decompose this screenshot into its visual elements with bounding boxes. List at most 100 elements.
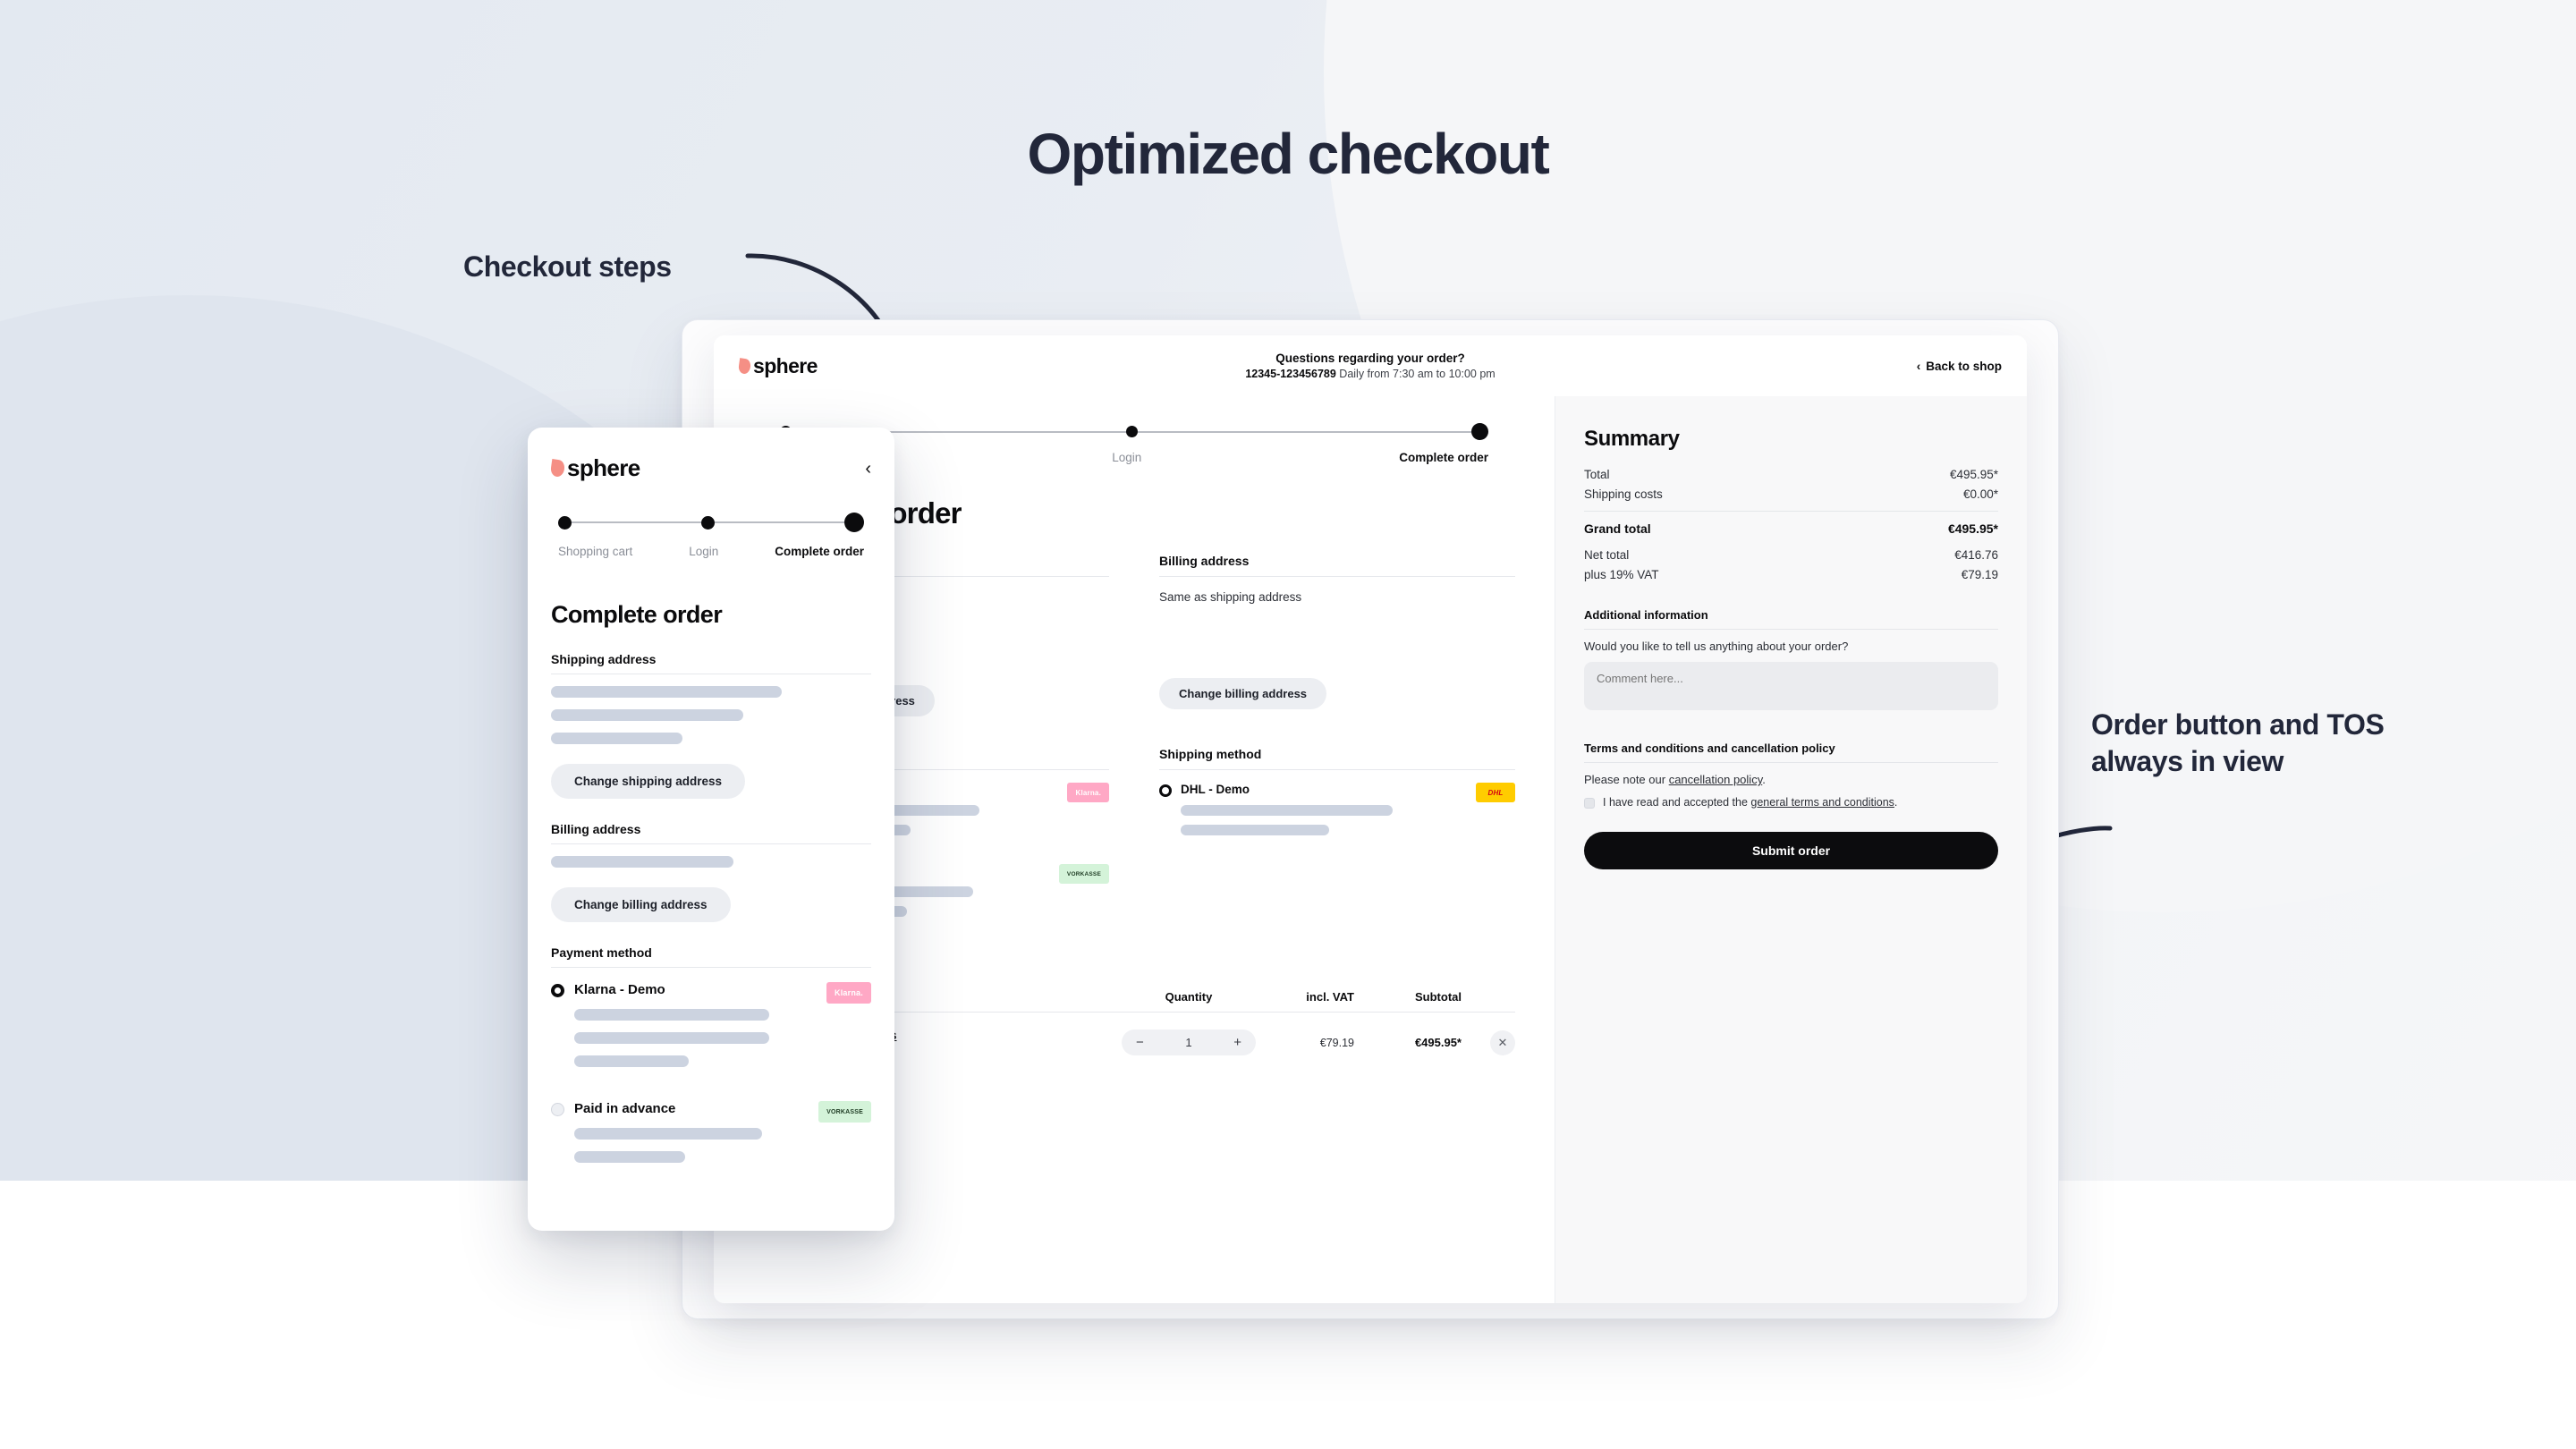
note-prefix: Please note our bbox=[1584, 773, 1669, 786]
cancellation-policy-link[interactable]: cancellation policy bbox=[1669, 773, 1763, 786]
summary-divider bbox=[1584, 511, 1998, 512]
remove-item-icon[interactable]: ✕ bbox=[1490, 1030, 1515, 1055]
klarna-badge-icon: Klarna. bbox=[1067, 783, 1109, 803]
mobile-payment-method-title: Payment method bbox=[551, 945, 871, 968]
radio-selected-icon[interactable] bbox=[551, 984, 564, 997]
summary-row-label: plus 19% VAT bbox=[1584, 568, 1659, 581]
step-connector-1 bbox=[572, 521, 701, 523]
step-connector-2 bbox=[715, 521, 844, 523]
mobile-heading: Complete order bbox=[551, 601, 723, 628]
mobile-payment-option-paid-in-advance[interactable]: Paid in advance VORKASSE bbox=[551, 1101, 871, 1163]
shipping-option-dhl[interactable]: DHL - Demo DHL bbox=[1159, 783, 1515, 836]
quantity-increase-button[interactable]: + bbox=[1233, 1036, 1241, 1049]
summary-row-grand-total: Grand total €495.95* bbox=[1584, 521, 1998, 536]
step-label-complete-order[interactable]: Complete order bbox=[775, 545, 864, 558]
mobile-payment-option-body: Paid in advance bbox=[574, 1101, 809, 1163]
dhl-badge-icon: DHL bbox=[1476, 783, 1515, 803]
back-to-shop-link[interactable]: ‹ Back to shop bbox=[1917, 360, 2002, 373]
summary-row-total: Total €495.95* bbox=[1584, 468, 1998, 481]
order-comment-input[interactable] bbox=[1584, 662, 1998, 710]
mobile-billing-address-panel: Billing address Change billing address bbox=[551, 822, 871, 922]
shipping-option-name: DHL - Demo bbox=[1181, 783, 1250, 797]
radio-selected-icon[interactable] bbox=[1159, 784, 1172, 798]
step-label-login[interactable]: Login bbox=[689, 545, 718, 558]
step-dot-login[interactable] bbox=[1125, 426, 1138, 437]
terms-checkbox[interactable] bbox=[1584, 798, 1595, 809]
mobile-payment-option-name: Klarna - Demo bbox=[574, 982, 665, 997]
summary-row-value: €0.00* bbox=[1962, 487, 1998, 501]
step-label-login[interactable]: Login bbox=[1112, 451, 1141, 464]
summary-row-vat: plus 19% VAT €79.19 bbox=[1584, 568, 1998, 581]
placeholder-bar bbox=[551, 856, 734, 868]
mobile-change-billing-address-button[interactable]: Change billing address bbox=[551, 887, 731, 922]
general-terms-link[interactable]: general terms and conditions bbox=[1750, 796, 1894, 809]
step-label-shopping-cart[interactable]: Shopping cart bbox=[558, 545, 632, 558]
cancellation-policy-note: Please note our cancellation policy. bbox=[1584, 773, 1998, 786]
check-prefix: I have read and accepted the bbox=[1603, 796, 1751, 809]
note-suffix: . bbox=[1762, 773, 1766, 786]
step-dot-login[interactable] bbox=[701, 515, 715, 530]
sphere-logo-icon bbox=[549, 459, 566, 478]
checkout-body: Shopping cart Login Complete order Compl… bbox=[714, 396, 2027, 1303]
submit-order-button[interactable]: Submit order bbox=[1584, 832, 1998, 869]
mobile-back-icon[interactable]: ‹ bbox=[865, 460, 871, 478]
step-dot-shopping-cart[interactable] bbox=[558, 515, 572, 530]
mobile-header: sphere ‹ bbox=[549, 454, 871, 482]
grand-total-value: €495.95* bbox=[1947, 521, 1998, 536]
brand-logo[interactable]: sphere bbox=[737, 354, 818, 378]
summary-row-value: €416.76 bbox=[1954, 548, 1998, 562]
page-title: Optimized checkout bbox=[1027, 122, 1550, 186]
column-subtotal: Subtotal bbox=[1415, 989, 1462, 1004]
shop-header: sphere Questions regarding your order? 1… bbox=[714, 335, 2027, 396]
mobile-steps-track bbox=[558, 513, 864, 532]
quantity-stepper[interactable]: − 1 + bbox=[1122, 1030, 1256, 1056]
step-label-complete-order[interactable]: Complete order bbox=[1399, 451, 1488, 464]
summary-rows: Total €495.95* Shipping costs €0.00* Gra… bbox=[1584, 468, 1998, 581]
sphere-logo-icon bbox=[737, 357, 752, 375]
quantity-decrease-button[interactable]: − bbox=[1136, 1036, 1144, 1049]
back-to-shop-label: Back to shop bbox=[1926, 359, 2002, 373]
summary-row-label: Net total bbox=[1584, 548, 1630, 562]
mobile-payment-option-body: Klarna - Demo bbox=[574, 982, 818, 1067]
cart-remove-cell: ✕ bbox=[1462, 1030, 1515, 1055]
additional-information-block: Additional information Would you like to… bbox=[1584, 608, 1998, 715]
mobile-shipping-address-title: Shipping address bbox=[551, 652, 871, 674]
radio-unselected-icon[interactable] bbox=[551, 1103, 564, 1116]
mobile-payment-method-panel: Payment method Klarna - Demo Klarna. Pai… bbox=[551, 945, 871, 1163]
mobile-steps-labels: Shopping cart Login Complete order bbox=[558, 545, 864, 558]
placeholder-bar bbox=[1181, 825, 1330, 836]
placeholder-bar bbox=[574, 1009, 769, 1021]
terms-block: Terms and conditions and cancellation po… bbox=[1584, 741, 1998, 869]
placeholder-bar bbox=[574, 1055, 689, 1067]
terms-checkbox-row[interactable]: I have read and accepted the general ter… bbox=[1584, 796, 1998, 809]
billing-address-text: Same as shipping address bbox=[1159, 590, 1302, 604]
annotation-order-button: Order button and TOS always in view bbox=[2091, 708, 2385, 777]
column-incl-vat: incl. VAT bbox=[1306, 989, 1354, 1004]
mobile-checkout-card: sphere ‹ Shopping cart Login Complete or… bbox=[528, 428, 894, 1231]
mobile-payment-option-klarna[interactable]: Klarna - Demo Klarna. bbox=[551, 982, 871, 1067]
placeholder-bar bbox=[551, 686, 782, 698]
mobile-payment-option-name: Paid in advance bbox=[574, 1101, 676, 1116]
vorkasse-badge-icon: VORKASSE bbox=[1058, 864, 1109, 885]
klarna-badge-icon: Klarna. bbox=[826, 982, 871, 1004]
column-quantity: Quantity bbox=[1165, 989, 1213, 1004]
placeholder-bar bbox=[574, 1128, 763, 1140]
vorkasse-badge-icon: VORKASSE bbox=[818, 1101, 871, 1123]
terms-title: Terms and conditions and cancellation po… bbox=[1584, 741, 1998, 763]
terms-checkbox-label: I have read and accepted the general ter… bbox=[1603, 796, 1897, 809]
cart-subtotal-value: €495.95* bbox=[1414, 1036, 1462, 1050]
step-connector-2 bbox=[1137, 430, 1471, 433]
step-dot-complete-order[interactable] bbox=[844, 513, 864, 532]
mobile-change-shipping-address-button[interactable]: Change shipping address bbox=[551, 764, 746, 799]
placeholder-bar bbox=[1181, 805, 1393, 817]
mobile-brand-logo[interactable]: sphere bbox=[549, 454, 640, 482]
additional-information-question: Would you like to tell us anything about… bbox=[1584, 640, 1849, 653]
grand-total-label: Grand total bbox=[1584, 521, 1651, 536]
placeholder-bar bbox=[551, 709, 743, 721]
summary-row-label: Shipping costs bbox=[1584, 487, 1663, 501]
placeholder-bar bbox=[551, 733, 682, 744]
additional-information-title: Additional information bbox=[1584, 608, 1998, 630]
summary-row-label: Total bbox=[1584, 468, 1610, 481]
change-billing-address-button[interactable]: Change billing address bbox=[1159, 677, 1327, 709]
step-dot-complete-order[interactable] bbox=[1471, 423, 1488, 440]
